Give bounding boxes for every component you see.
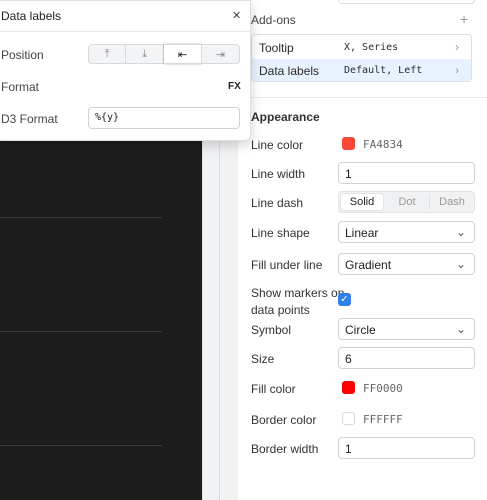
line-dash-solid[interactable]: Solid [341,194,383,210]
data-labels-popup: Data labels ✕ Position ⤒ ⤓ ⇤ ⇥ Format FX… [0,0,251,141]
line-color-swatch[interactable] [342,137,355,150]
border-width-input[interactable]: 1 [338,437,475,459]
position-top-button[interactable]: ⤒ [88,44,126,64]
markers-label-line2: data points [251,303,310,317]
addons-title: Add-ons [251,13,296,27]
addon-item-tooltip[interactable]: Tooltip X, Series › [252,35,471,58]
popup-title: Data labels [1,9,62,23]
chevron-down-icon: ⌄ [455,257,466,271]
chevron-right-icon: › [455,63,459,77]
symbol-label: Symbol [251,323,292,337]
card-edge [338,0,475,4]
fill-under-label: Fill under line [251,258,323,272]
addon-item-data-labels[interactable]: Data labels Default, Left › [252,59,471,81]
line-shape-select[interactable]: Linear ⌄ [338,221,475,243]
fill-under-select[interactable]: Gradient ⌄ [338,253,475,275]
line-width-input[interactable]: 1 [338,162,475,184]
size-input[interactable]: 6 [338,347,475,369]
chevron-down-icon: ⌄ [455,322,466,336]
line-shape-label: Line shape [251,226,310,240]
border-color-swatch[interactable] [342,412,355,425]
position-right-button[interactable]: ⇥ [202,44,240,64]
fill-color-hex[interactable]: FF0000 [363,382,403,395]
border-color-label: Border color [251,413,317,427]
addon-item-label: Data labels [259,64,320,78]
settings-panel: Add-ons + Tooltip X, Series › Data label… [238,0,487,500]
line-shape-value: Linear [345,226,379,240]
position-bottom-button[interactable]: ⤓ [126,44,164,64]
fill-color-swatch[interactable] [342,381,355,394]
position-label: Position [1,48,44,62]
position-left-button[interactable]: ⇤ [164,44,202,64]
fill-color-label: Fill color [251,382,296,396]
gridline [0,445,162,446]
addon-item-label: Tooltip [259,41,294,55]
markers-label-line1: Show markers on [251,286,345,300]
addon-item-value: X, Series [344,42,399,53]
format-label: Format [1,80,40,94]
addon-item-value: Default, Left [344,65,423,76]
line-color-hex[interactable]: FA4834 [363,138,403,151]
line-dash-dash[interactable]: Dash [429,194,474,210]
symbol-value: Circle [345,323,376,337]
appearance-title: Appearance [251,110,320,124]
chevron-down-icon: ⌄ [455,225,466,239]
line-width-label: Line width [251,167,306,181]
close-icon[interactable]: ✕ [232,9,241,22]
add-icon[interactable]: + [460,11,468,27]
line-dash-dot[interactable]: Dot [385,194,429,210]
symbol-select[interactable]: Circle ⌄ [338,318,475,340]
d3-format-label: D3 Format [1,112,58,126]
line-dash-segmented: Solid Dot Dash [338,191,475,213]
section-divider [238,97,487,98]
size-label: Size [251,352,275,366]
line-color-label: Line color [251,138,304,152]
chevron-right-icon: › [455,40,459,54]
gridline [0,331,162,332]
popup-divider [0,31,251,32]
border-color-hex[interactable]: FFFFFF [363,413,403,426]
markers-checkbox[interactable]: ✓ [338,293,351,306]
addons-list: Tooltip X, Series › Data labels Default,… [251,34,472,82]
gridline [0,217,162,218]
border-width-label: Border width [251,442,319,456]
format-fx-button[interactable]: FX [228,81,241,92]
line-dash-label: Line dash [251,196,304,210]
fill-under-value: Gradient [345,258,392,272]
d3-format-input[interactable]: %{y} [88,107,240,129]
